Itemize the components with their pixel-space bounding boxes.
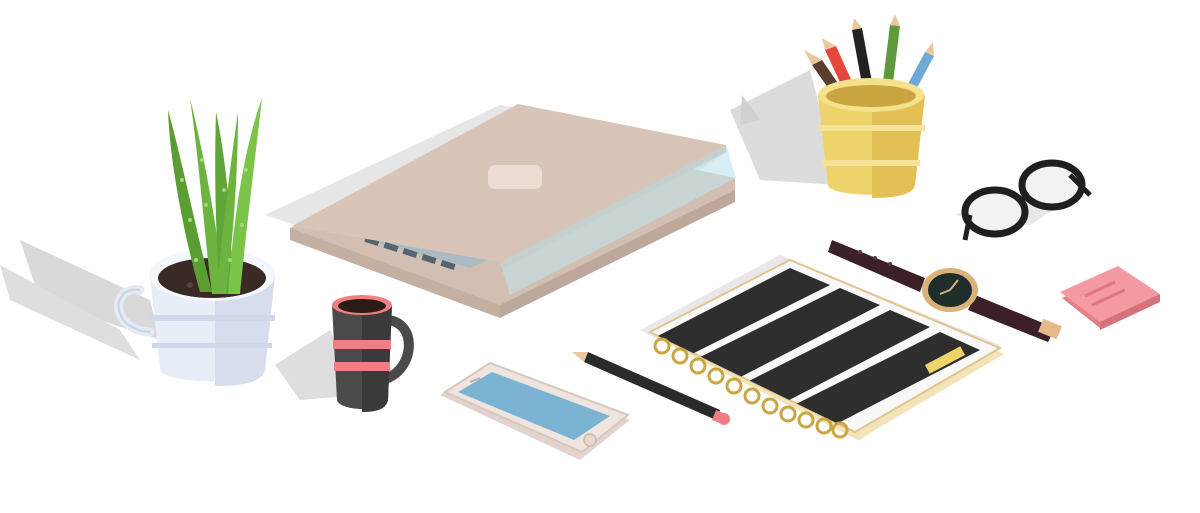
glasses-icon <box>955 159 1092 241</box>
pencil-cup-icon <box>730 14 934 198</box>
desk-illustration <box>0 14 1160 460</box>
sticky-notes-icon <box>1060 266 1160 330</box>
coffee-mug-icon <box>275 295 414 412</box>
smartphone-icon <box>440 361 630 460</box>
aloe-plant-pot-icon <box>0 98 275 386</box>
laptop-icon <box>265 104 736 318</box>
desk-flatlay-scene <box>0 0 1200 513</box>
